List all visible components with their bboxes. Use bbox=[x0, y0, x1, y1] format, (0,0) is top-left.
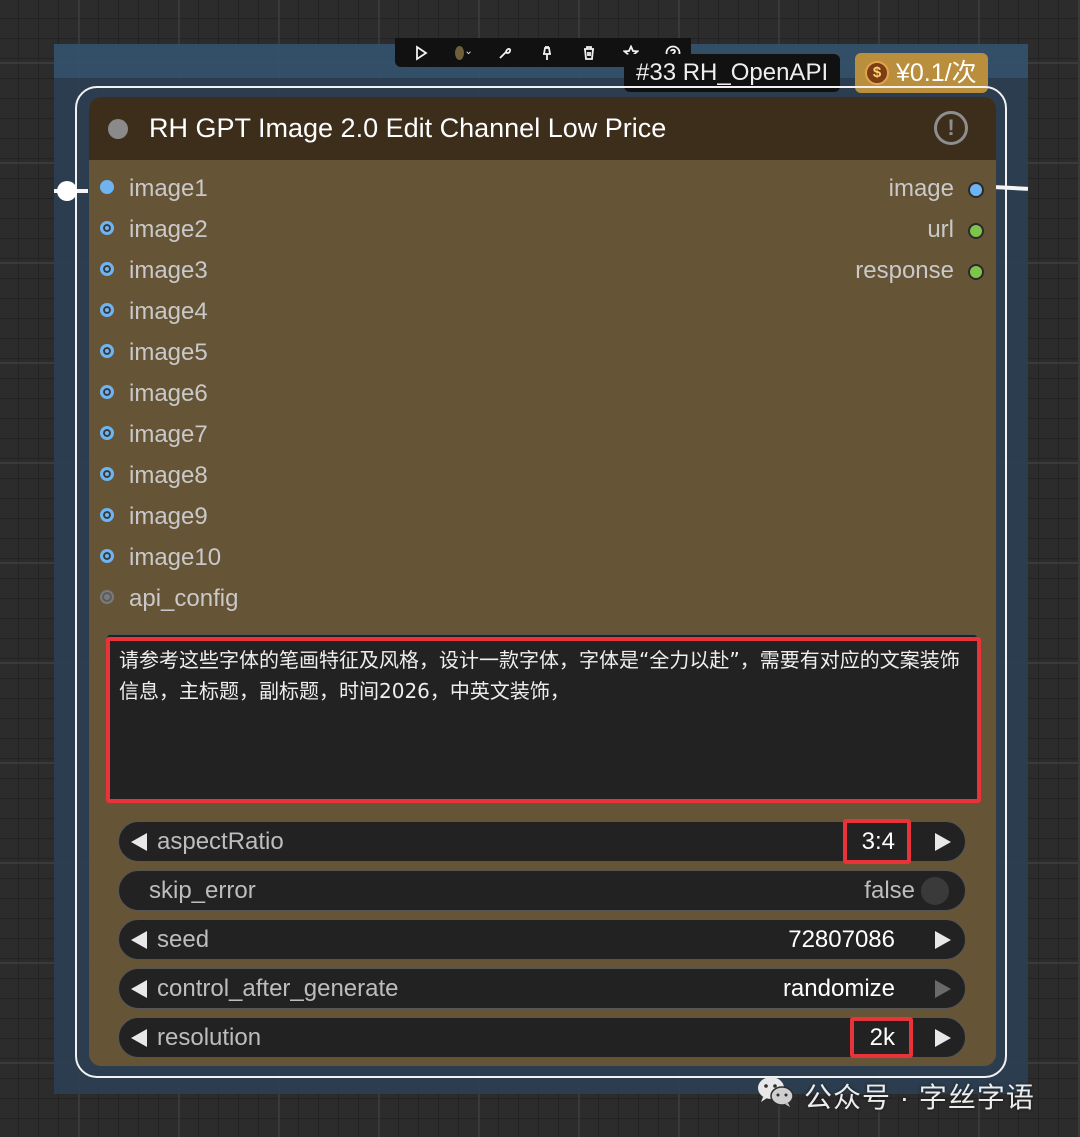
input-slot-image6[interactable]: image6 bbox=[100, 379, 208, 409]
input-slot-label: image1 bbox=[129, 175, 208, 202]
toggle-knob-icon[interactable] bbox=[921, 876, 949, 905]
wechat-icon bbox=[756, 1075, 796, 1116]
decrement-arrow-icon[interactable] bbox=[131, 1028, 147, 1047]
widget-label: resolution bbox=[157, 1023, 262, 1051]
input-slot-label: image3 bbox=[129, 257, 208, 284]
input-slot-label: image10 bbox=[129, 544, 222, 571]
input-slot-label: image5 bbox=[129, 339, 208, 366]
coin-icon: $ bbox=[865, 61, 889, 85]
collapse-toggle[interactable] bbox=[108, 118, 128, 139]
input-socket-icon[interactable] bbox=[100, 426, 114, 440]
input-socket-icon[interactable] bbox=[100, 385, 114, 399]
watermark-text: 公众号 · 字丝字语 bbox=[804, 1081, 1035, 1113]
control-after-generate-combo[interactable]: control_after_generate randomize bbox=[118, 968, 966, 1009]
decrement-arrow-icon[interactable] bbox=[131, 979, 147, 998]
increment-arrow-icon[interactable] bbox=[935, 1028, 951, 1047]
input-slot-image10[interactable]: image10 bbox=[100, 543, 222, 573]
warning-icon[interactable]: ! bbox=[934, 111, 968, 145]
pin-icon[interactable] bbox=[539, 45, 555, 61]
node-header[interactable]: RH GPT Image 2.0 Edit Channel Low Price … bbox=[89, 97, 996, 160]
decrement-arrow-icon[interactable] bbox=[131, 930, 147, 949]
input-slot-label: image2 bbox=[129, 216, 208, 243]
input-socket-icon[interactable] bbox=[100, 262, 114, 276]
input-socket-icon[interactable] bbox=[100, 221, 114, 235]
skip-error-toggle[interactable]: skip_error false bbox=[118, 870, 966, 911]
widget-value: 72807086 bbox=[788, 925, 895, 953]
input-slot-image7[interactable]: image7 bbox=[100, 420, 208, 450]
input-slot-image4[interactable]: image4 bbox=[100, 297, 208, 327]
input-slot-image2[interactable]: image2 bbox=[100, 215, 208, 245]
increment-arrow-icon[interactable] bbox=[935, 832, 951, 851]
play-icon[interactable] bbox=[413, 44, 429, 61]
input-socket-icon[interactable] bbox=[100, 508, 114, 522]
output-socket-icon[interactable] bbox=[968, 264, 984, 280]
increment-arrow-icon[interactable] bbox=[935, 930, 951, 949]
output-slot-image[interactable]: image bbox=[888, 174, 984, 204]
output-slot-label: image bbox=[888, 175, 954, 202]
output-socket-icon[interactable] bbox=[968, 223, 984, 239]
input-link-endpoint bbox=[57, 181, 77, 201]
input-slot-image3[interactable]: image3 bbox=[100, 256, 208, 286]
input-socket-icon[interactable] bbox=[100, 467, 114, 481]
output-slot-url[interactable]: url bbox=[927, 215, 984, 245]
input-slot-label: image6 bbox=[129, 380, 208, 407]
input-socket-icon[interactable] bbox=[100, 303, 114, 317]
input-slot-image5[interactable]: image5 bbox=[100, 338, 208, 368]
output-slot-label: url bbox=[927, 216, 954, 243]
watermark: 公众号 · 字丝字语 bbox=[756, 1075, 1035, 1116]
input-slot-label: image7 bbox=[129, 421, 208, 448]
widget-label: control_after_generate bbox=[157, 974, 399, 1002]
widget-label: skip_error bbox=[149, 876, 256, 904]
input-slot-label: image8 bbox=[129, 462, 208, 489]
rh-gpt-image-node[interactable]: RH GPT Image 2.0 Edit Channel Low Price … bbox=[89, 97, 996, 1066]
output-slot-label: response bbox=[855, 257, 954, 284]
input-socket-icon[interactable] bbox=[100, 344, 114, 358]
input-socket-icon[interactable] bbox=[100, 590, 114, 604]
output-socket-icon[interactable] bbox=[968, 182, 984, 198]
bypass-icon[interactable] bbox=[497, 45, 513, 61]
resolution-combo[interactable]: resolution 2k bbox=[118, 1017, 966, 1058]
input-slot-label: api_config bbox=[129, 585, 239, 612]
aspect-ratio-highlight-box bbox=[843, 819, 911, 864]
input-slot-api-config[interactable]: api_config bbox=[100, 584, 239, 614]
input-slot-label: image9 bbox=[129, 503, 208, 530]
widget-label: seed bbox=[157, 925, 210, 953]
widget-value: randomize bbox=[782, 974, 895, 1002]
color-picker-icon[interactable] bbox=[455, 45, 471, 61]
widget-label: aspectRatio bbox=[157, 827, 284, 855]
input-socket-icon[interactable] bbox=[100, 180, 114, 194]
input-socket-icon[interactable] bbox=[100, 549, 114, 563]
input-slot-label: image4 bbox=[129, 298, 208, 325]
resolution-highlight-box bbox=[850, 1017, 913, 1058]
decrement-arrow-icon[interactable] bbox=[131, 832, 147, 851]
prompt-highlight-box bbox=[106, 637, 981, 803]
node-title: RH GPT Image 2.0 Edit Channel Low Price bbox=[149, 113, 667, 143]
output-slot-response[interactable]: response bbox=[855, 256, 984, 286]
input-slot-image8[interactable]: image8 bbox=[100, 461, 208, 491]
input-slot-image9[interactable]: image9 bbox=[100, 502, 208, 532]
input-slot-image1[interactable]: image1 bbox=[100, 174, 208, 204]
seed-number-widget[interactable]: seed 72807086 bbox=[118, 919, 966, 960]
delete-icon[interactable] bbox=[581, 45, 597, 61]
aspect-ratio-combo[interactable]: aspectRatio 3:4 bbox=[118, 821, 966, 862]
increment-arrow-icon[interactable] bbox=[935, 979, 951, 998]
widget-value: false bbox=[864, 876, 915, 904]
